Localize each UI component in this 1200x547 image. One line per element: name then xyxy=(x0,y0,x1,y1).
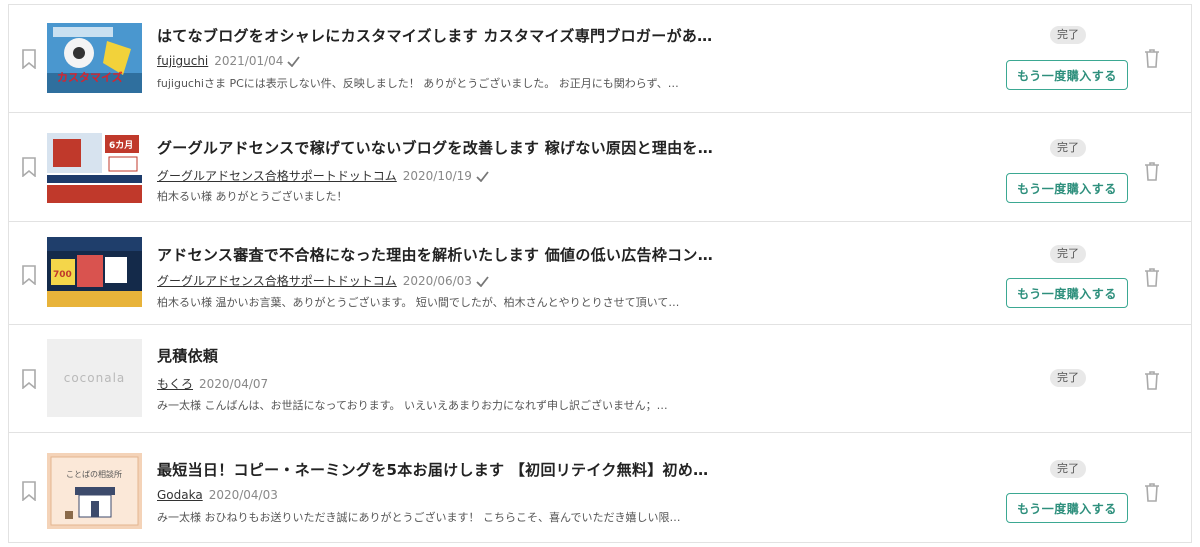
last-message: 柏木るい様 ありがとうございました！ xyxy=(157,190,348,203)
seller-link[interactable]: Godaka xyxy=(157,488,203,502)
service-thumbnail[interactable]: ことばの相談所 xyxy=(47,453,142,529)
order-row: 700 アドセンス審査で不合格になった理由を解析いたします 価値の低い広告枠コン… xyxy=(9,222,1191,325)
rebuy-button[interactable]: もう一度購入する xyxy=(1006,493,1128,523)
service-thumbnail[interactable]: 700 xyxy=(47,237,142,307)
bookmark-icon[interactable] xyxy=(21,49,37,69)
trash-icon[interactable] xyxy=(1144,482,1160,502)
last-message: み一太様 こんばんは、お世話になっております。 いえいえあまりお力になれず申し訳… xyxy=(157,399,668,412)
thumbnail-text: ことばの相談所 xyxy=(66,469,122,479)
order-row: ことばの相談所 最短当日！コピー・ネーミングを5本お届けします 【初回リテイク無… xyxy=(9,433,1191,543)
check-icon xyxy=(476,171,489,182)
thumbnail-image: 6カ月 xyxy=(47,133,142,203)
thumbnail-image: カスタマイズ xyxy=(47,23,142,93)
coconala-placeholder-logo: coconala xyxy=(47,339,142,417)
thumbnail-text: 6カ月 xyxy=(109,140,133,151)
trash-icon[interactable] xyxy=(1144,48,1160,68)
thumbnail-text: カスタマイズ xyxy=(57,70,123,84)
seller-link[interactable]: グーグルアドセンス合格サポートドットコム xyxy=(157,169,397,183)
order-meta: グーグルアドセンス合格サポートドットコム 2020/06/03 xyxy=(157,272,489,289)
status-badge: 完了 xyxy=(1050,139,1086,157)
rebuy-button[interactable]: もう一度購入する xyxy=(1006,173,1128,203)
check-icon xyxy=(287,56,301,67)
service-title[interactable]: グーグルアドセンスで稼げていないブログを改善します 稼げない原因と理由を解… xyxy=(157,137,717,158)
status-badge: 完了 xyxy=(1050,245,1086,263)
bookmark-icon[interactable] xyxy=(21,157,37,177)
rebuy-button[interactable]: もう一度購入する xyxy=(1006,60,1128,90)
bookmark-icon[interactable] xyxy=(21,481,37,501)
seller-link[interactable]: fujiguchi xyxy=(157,54,208,68)
order-date: 2021/01/04 xyxy=(214,54,284,68)
service-title[interactable]: 見積依頼 xyxy=(157,345,717,366)
order-meta: もくろ 2020/04/07 xyxy=(157,375,268,392)
trash-icon[interactable] xyxy=(1144,161,1160,181)
thumbnail-image: 700 xyxy=(47,237,142,307)
last-message: fujiguchiさま PCには表示しない件、反映しました！ ありがとうございま… xyxy=(157,77,679,90)
order-date: 2020/06/03 xyxy=(402,274,472,288)
status-badge: 完了 xyxy=(1050,26,1086,44)
order-row: coconala 見積依頼 もくろ 2020/04/07 み一太様 こんばんは、お… xyxy=(9,325,1191,433)
order-date: 2020/10/19 xyxy=(402,169,472,183)
check-icon xyxy=(476,276,489,287)
last-message: み一太様 おひねりもお送りいただき誠にありがとうございます！ こちらこそ、喜んで… xyxy=(157,511,681,524)
seller-link[interactable]: もくろ xyxy=(157,377,193,391)
rebuy-button[interactable]: もう一度購入する xyxy=(1006,278,1128,308)
order-list: カスタマイズ はてなブログをオシャレにカスタマイズします カスタマイズ専門ブロガ… xyxy=(8,4,1192,543)
order-meta: fujiguchi 2021/01/04 xyxy=(157,54,301,68)
order-row: 6カ月 グーグルアドセンスで稼げていないブログを改善します 稼げない原因と理由を… xyxy=(9,113,1191,222)
order-meta: Godaka 2020/04/03 xyxy=(157,488,278,502)
order-date: 2020/04/07 xyxy=(199,377,269,391)
bookmark-icon[interactable] xyxy=(21,265,37,285)
thumbnail-text: 700 xyxy=(53,270,72,280)
order-meta: グーグルアドセンス合格サポートドットコム 2020/10/19 xyxy=(157,167,489,184)
last-message: 柏木るい様 温かいお言葉、ありがとうございます。 短い間でしたが、柏木さんとやり… xyxy=(157,296,680,309)
service-thumbnail[interactable]: coconala xyxy=(47,339,142,417)
trash-icon[interactable] xyxy=(1144,267,1160,287)
trash-icon[interactable] xyxy=(1144,370,1160,390)
thumbnail-image: ことばの相談所 xyxy=(47,453,142,529)
service-title[interactable]: はてなブログをオシャレにカスタマイズします カスタマイズ専門ブロガーがあな… xyxy=(157,25,717,46)
seller-link[interactable]: グーグルアドセンス合格サポートドットコム xyxy=(157,274,397,288)
service-thumbnail[interactable]: カスタマイズ xyxy=(47,23,142,93)
status-badge: 完了 xyxy=(1050,460,1086,478)
service-title[interactable]: 最短当日！コピー・ネーミングを5本お届けします 【初回リテイク無料】初めての… xyxy=(157,459,717,480)
order-date: 2020/04/03 xyxy=(208,488,278,502)
service-title[interactable]: アドセンス審査で不合格になった理由を解析いたします 価値の低い広告枠コンテ… xyxy=(157,244,717,265)
bookmark-icon[interactable] xyxy=(21,369,37,389)
order-row: カスタマイズ はてなブログをオシャレにカスタマイズします カスタマイズ専門ブロガ… xyxy=(9,5,1191,113)
service-thumbnail[interactable]: 6カ月 xyxy=(47,133,142,203)
status-badge: 完了 xyxy=(1050,369,1086,387)
